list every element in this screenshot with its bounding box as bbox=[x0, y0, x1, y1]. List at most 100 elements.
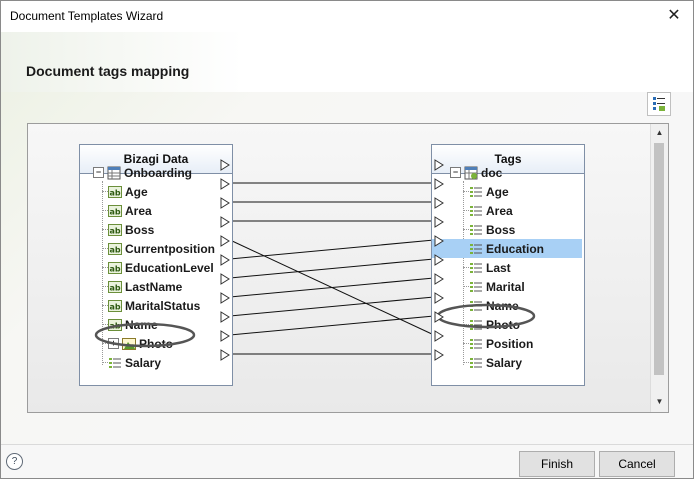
expand-icon[interactable]: + bbox=[108, 338, 119, 349]
node-label: Salary bbox=[486, 355, 523, 370]
data-attribute-name[interactable]: ab Name bbox=[108, 315, 158, 334]
output-port-root[interactable] bbox=[220, 158, 230, 171]
input-port-position[interactable] bbox=[434, 329, 444, 342]
right-tree-root[interactable]: − doc bbox=[450, 163, 502, 182]
data-attribute-boss[interactable]: ab Boss bbox=[108, 220, 154, 239]
tag-field-icon bbox=[469, 204, 483, 218]
svg-text:ab: ab bbox=[109, 302, 120, 311]
text-attribute-icon: ab bbox=[108, 242, 122, 256]
vertical-scrollbar[interactable]: ▲ ▼ bbox=[650, 124, 668, 412]
bizagi-data-panel: Bizagi Data − Onboarding ab Age ab Area ab Boss… bbox=[79, 144, 233, 386]
output-port-area[interactable] bbox=[220, 196, 230, 209]
collapse-icon[interactable]: − bbox=[93, 167, 104, 178]
mapping-canvas-frame: Bizagi Data − Onboarding ab Age ab Area ab Boss… bbox=[27, 123, 669, 413]
mapping-connector[interactable] bbox=[229, 315, 435, 336]
tag-name[interactable]: Name bbox=[469, 296, 519, 315]
tag-age[interactable]: Age bbox=[469, 182, 509, 201]
svg-text:ab: ab bbox=[109, 283, 120, 292]
svg-text:ab: ab bbox=[109, 226, 120, 235]
finish-button[interactable]: Finish bbox=[519, 451, 595, 477]
node-label: LastName bbox=[125, 279, 183, 294]
mapping-connector[interactable] bbox=[229, 239, 435, 336]
mapping-canvas[interactable]: Bizagi Data − Onboarding ab Age ab Area ab Boss… bbox=[28, 124, 650, 412]
node-label: Photo bbox=[139, 336, 173, 351]
scroll-thumb[interactable] bbox=[654, 143, 664, 375]
text-attribute-icon: ab bbox=[108, 318, 122, 332]
node-label: EducationLevel bbox=[125, 260, 214, 275]
tag-education[interactable]: Education bbox=[432, 239, 582, 258]
input-port-education[interactable] bbox=[434, 234, 444, 247]
text-attribute-icon: ab bbox=[108, 299, 122, 313]
output-port-maritalstatus[interactable] bbox=[220, 291, 230, 304]
input-port-salary[interactable] bbox=[434, 348, 444, 361]
close-icon[interactable]: ✕ bbox=[663, 5, 685, 27]
tag-position[interactable]: Position bbox=[469, 334, 533, 353]
input-port-photo[interactable] bbox=[434, 310, 444, 323]
mapping-connector[interactable] bbox=[229, 277, 435, 298]
output-port-educationlevel[interactable] bbox=[220, 253, 230, 266]
data-attribute-currentposition[interactable]: ab Currentposition bbox=[108, 239, 215, 258]
mapping-connector[interactable] bbox=[229, 258, 435, 279]
data-attribute-age[interactable]: ab Age bbox=[108, 182, 148, 201]
page-title: Document tags mapping bbox=[26, 63, 190, 79]
tag-field-icon bbox=[469, 280, 483, 294]
node-label: Currentposition bbox=[125, 241, 215, 256]
node-label: Last bbox=[486, 260, 511, 275]
scroll-up-icon[interactable]: ▲ bbox=[653, 126, 666, 139]
collapse-icon[interactable]: − bbox=[450, 167, 461, 178]
node-label: Position bbox=[486, 336, 534, 351]
output-port-age[interactable] bbox=[220, 177, 230, 190]
output-port-salary[interactable] bbox=[220, 348, 230, 361]
text-attribute-icon: ab bbox=[108, 280, 122, 294]
tree-connector-line bbox=[102, 181, 103, 365]
tag-field-icon bbox=[469, 261, 483, 275]
output-port-name[interactable] bbox=[220, 310, 230, 323]
tree-root-label: doc bbox=[481, 165, 503, 180]
tree-connector-line bbox=[463, 181, 464, 365]
scroll-down-icon[interactable]: ▼ bbox=[653, 395, 666, 408]
tag-salary[interactable]: Salary bbox=[469, 353, 522, 372]
output-port-currentposition[interactable] bbox=[220, 234, 230, 247]
node-label: MaritalStatus bbox=[125, 298, 201, 313]
tag-marital[interactable]: Marital bbox=[469, 277, 525, 296]
node-label: Marital bbox=[486, 279, 525, 294]
left-tree-root[interactable]: − Onboarding bbox=[93, 163, 192, 182]
input-port-boss[interactable] bbox=[434, 215, 444, 228]
text-attribute-icon: ab bbox=[108, 223, 122, 237]
input-port-root[interactable] bbox=[434, 158, 444, 171]
output-port-boss[interactable] bbox=[220, 215, 230, 228]
tag-boss[interactable]: Boss bbox=[469, 220, 515, 239]
data-attribute-photo[interactable]: + Photo bbox=[108, 334, 173, 353]
data-attribute-maritalstatus[interactable]: ab MaritalStatus bbox=[108, 296, 200, 315]
help-icon[interactable]: ? bbox=[6, 453, 23, 470]
input-port-last[interactable] bbox=[434, 253, 444, 266]
data-attribute-salary[interactable]: Salary bbox=[108, 353, 161, 372]
data-attribute-area[interactable]: ab Area bbox=[108, 201, 152, 220]
tags-panel: Tags − doc Age Area Boss Education Last Marital… bbox=[431, 144, 585, 386]
tag-photo[interactable]: Photo bbox=[469, 315, 520, 334]
output-port-lastname[interactable] bbox=[220, 272, 230, 285]
footer-divider bbox=[1, 444, 693, 445]
svg-text:ab: ab bbox=[109, 264, 120, 273]
tag-area[interactable]: Area bbox=[469, 201, 513, 220]
window-title: Document Templates Wizard bbox=[10, 9, 164, 23]
input-port-marital[interactable] bbox=[434, 272, 444, 285]
tag-last[interactable]: Last bbox=[469, 258, 511, 277]
layout-button[interactable] bbox=[647, 92, 671, 116]
input-port-age[interactable] bbox=[434, 177, 444, 190]
mapping-connector[interactable] bbox=[229, 296, 435, 317]
node-label: Name bbox=[125, 317, 158, 332]
title-bar: Document Templates Wizard ✕ bbox=[1, 1, 693, 32]
data-attribute-educationlevel[interactable]: ab EducationLevel bbox=[108, 258, 214, 277]
text-attribute-icon: ab bbox=[108, 261, 122, 275]
tag-field-icon bbox=[469, 318, 483, 332]
cancel-button[interactable]: Cancel bbox=[599, 451, 675, 477]
svg-text:ab: ab bbox=[109, 245, 120, 254]
data-attribute-lastname[interactable]: ab LastName bbox=[108, 277, 182, 296]
input-port-name[interactable] bbox=[434, 291, 444, 304]
input-port-area[interactable] bbox=[434, 196, 444, 209]
text-attribute-icon: ab bbox=[108, 204, 122, 218]
mapping-connector[interactable] bbox=[229, 239, 435, 260]
output-port-photo[interactable] bbox=[220, 329, 230, 342]
node-label: Salary bbox=[125, 355, 162, 370]
